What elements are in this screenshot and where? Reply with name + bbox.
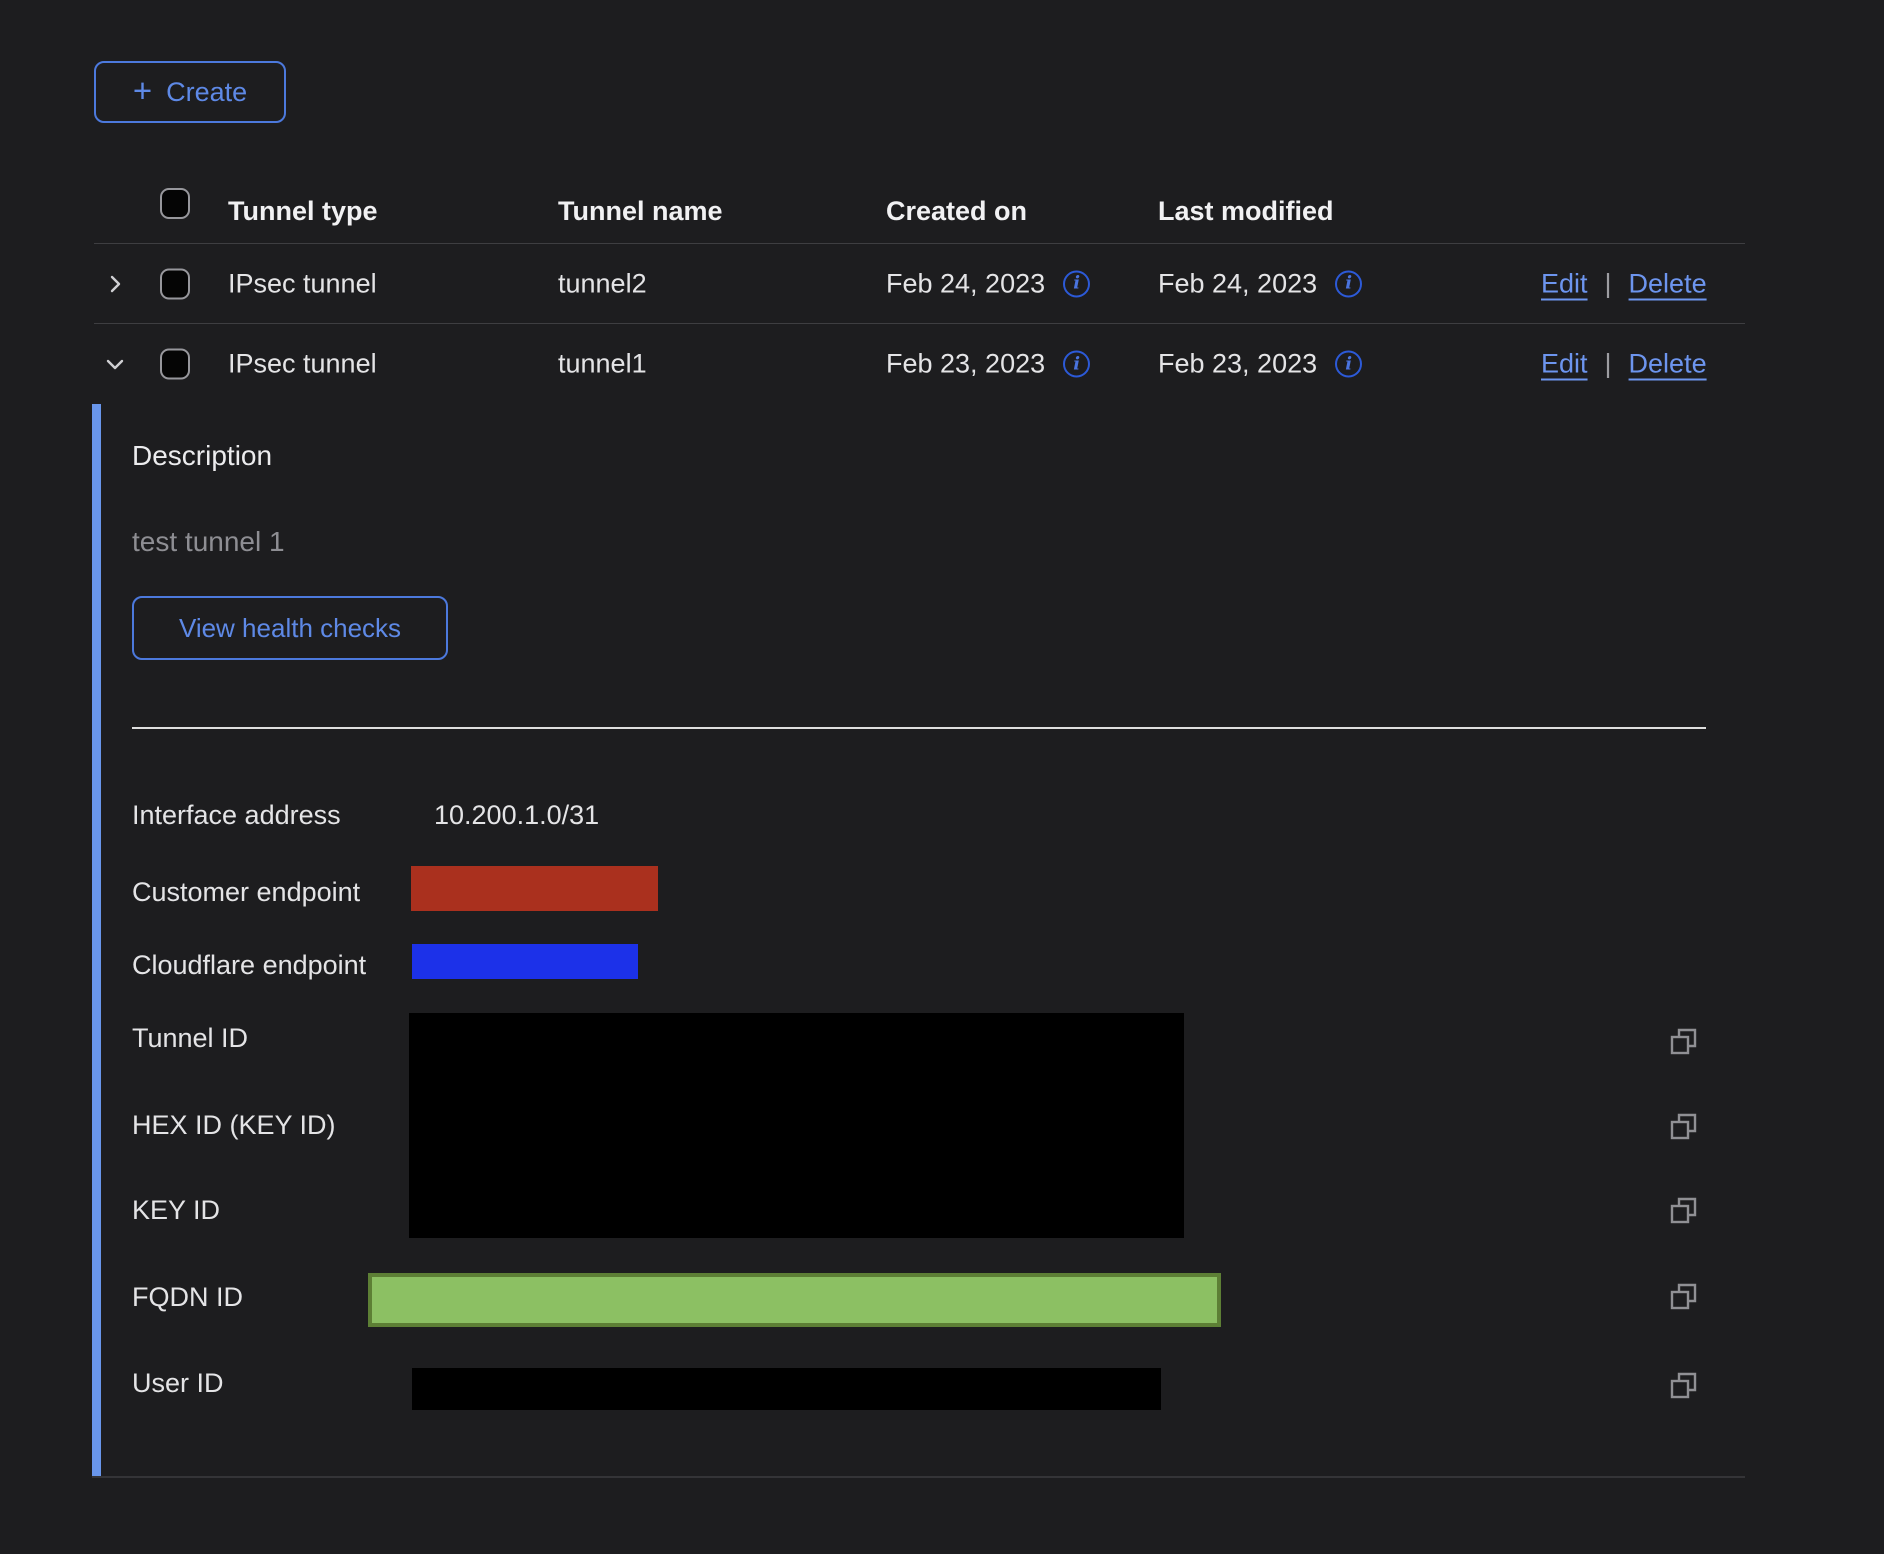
tunnel-id-label: Tunnel ID <box>132 1022 248 1054</box>
expand-row-button[interactable] <box>100 269 130 299</box>
fqdn-id-label: FQDN ID <box>132 1281 243 1313</box>
description-label: Description <box>132 440 272 472</box>
expanded-indicator-bar <box>92 404 101 1476</box>
hex-id-label: HEX ID (KEY ID) <box>132 1109 336 1141</box>
copy-icon <box>1666 1109 1700 1143</box>
user-id-redaction <box>412 1368 1161 1410</box>
interface-address-value: 10.200.1.0/31 <box>434 799 599 831</box>
tunnel-detail-panel: Description test tunnel 1 View health ch… <box>92 404 1745 1478</box>
created-on-cell: Feb 23, 2023 <box>886 349 1045 380</box>
create-button[interactable]: + Create <box>94 61 286 123</box>
info-glyph: i <box>1073 355 1080 373</box>
header-tunnel-type: Tunnel type <box>228 196 378 227</box>
cloudflare-endpoint-label: Cloudflare endpoint <box>132 949 366 981</box>
info-icon[interactable]: i <box>1335 270 1362 297</box>
user-id-label: User ID <box>132 1367 224 1399</box>
row-checkbox[interactable] <box>160 268 190 299</box>
actions-separator: | <box>1605 349 1612 380</box>
info-glyph: i <box>1345 275 1352 293</box>
info-icon[interactable]: i <box>1335 351 1362 378</box>
header-last-modified: Last modified <box>1158 196 1334 227</box>
copy-hex-id-button[interactable] <box>1666 1109 1700 1143</box>
view-health-checks-button[interactable]: View health checks <box>132 596 448 660</box>
cloudflare-endpoint-redaction <box>412 944 638 979</box>
created-on-cell: Feb 24, 2023 <box>886 268 1045 299</box>
fqdn-id-redaction <box>368 1273 1221 1327</box>
header-tunnel-name: Tunnel name <box>558 196 723 227</box>
description-value: test tunnel 1 <box>132 526 285 558</box>
panel-divider <box>132 727 1706 729</box>
last-modified-cell: Feb 24, 2023 <box>1158 268 1317 299</box>
tunnel-name-cell: tunnel1 <box>558 349 647 380</box>
table-row-tunnel1: IPsec tunnel tunnel1 Feb 23, 2023 i Feb … <box>94 324 1745 404</box>
copy-user-id-button[interactable] <box>1666 1368 1700 1402</box>
table-header: Tunnel type Tunnel name Created on Last … <box>94 150 1745 244</box>
select-all-checkbox[interactable] <box>160 188 190 219</box>
chevron-right-icon <box>103 272 127 296</box>
header-created-on: Created on <box>886 196 1027 227</box>
plus-icon: + <box>133 74 152 107</box>
chevron-down-icon <box>103 352 127 376</box>
actions-separator: | <box>1605 268 1612 299</box>
tunnel-name-cell: tunnel2 <box>558 268 647 299</box>
interface-address-label: Interface address <box>132 799 341 831</box>
tunnel-type-cell: IPsec tunnel <box>228 268 377 299</box>
customer-endpoint-label: Customer endpoint <box>132 876 360 908</box>
copy-icon <box>1666 1024 1700 1058</box>
row-checkbox[interactable] <box>160 349 190 380</box>
edit-link[interactable]: Edit <box>1541 268 1588 299</box>
last-modified-cell: Feb 23, 2023 <box>1158 349 1317 380</box>
tunnel-type-cell: IPsec tunnel <box>228 349 377 380</box>
copy-fqdn-id-button[interactable] <box>1666 1279 1700 1313</box>
copy-icon <box>1666 1279 1700 1313</box>
copy-icon <box>1666 1368 1700 1402</box>
info-icon[interactable]: i <box>1063 270 1090 297</box>
copy-key-id-button[interactable] <box>1666 1193 1700 1227</box>
info-glyph: i <box>1073 275 1080 293</box>
delete-link[interactable]: Delete <box>1629 349 1707 380</box>
collapse-row-button[interactable] <box>100 349 130 379</box>
view-health-checks-label: View health checks <box>179 613 401 644</box>
delete-link[interactable]: Delete <box>1629 268 1707 299</box>
copy-icon <box>1666 1193 1700 1227</box>
info-glyph: i <box>1345 355 1352 373</box>
customer-endpoint-redaction <box>411 866 658 911</box>
ids-redaction-block <box>409 1013 1184 1238</box>
edit-link[interactable]: Edit <box>1541 349 1588 380</box>
tunnels-page: + Create Tunnel type Tunnel name Created… <box>0 0 1884 1554</box>
table-row-tunnel2: IPsec tunnel tunnel2 Feb 24, 2023 i Feb … <box>94 244 1745 324</box>
create-button-label: Create <box>166 77 247 108</box>
info-icon[interactable]: i <box>1063 351 1090 378</box>
copy-tunnel-id-button[interactable] <box>1666 1024 1700 1058</box>
key-id-label: KEY ID <box>132 1194 220 1226</box>
